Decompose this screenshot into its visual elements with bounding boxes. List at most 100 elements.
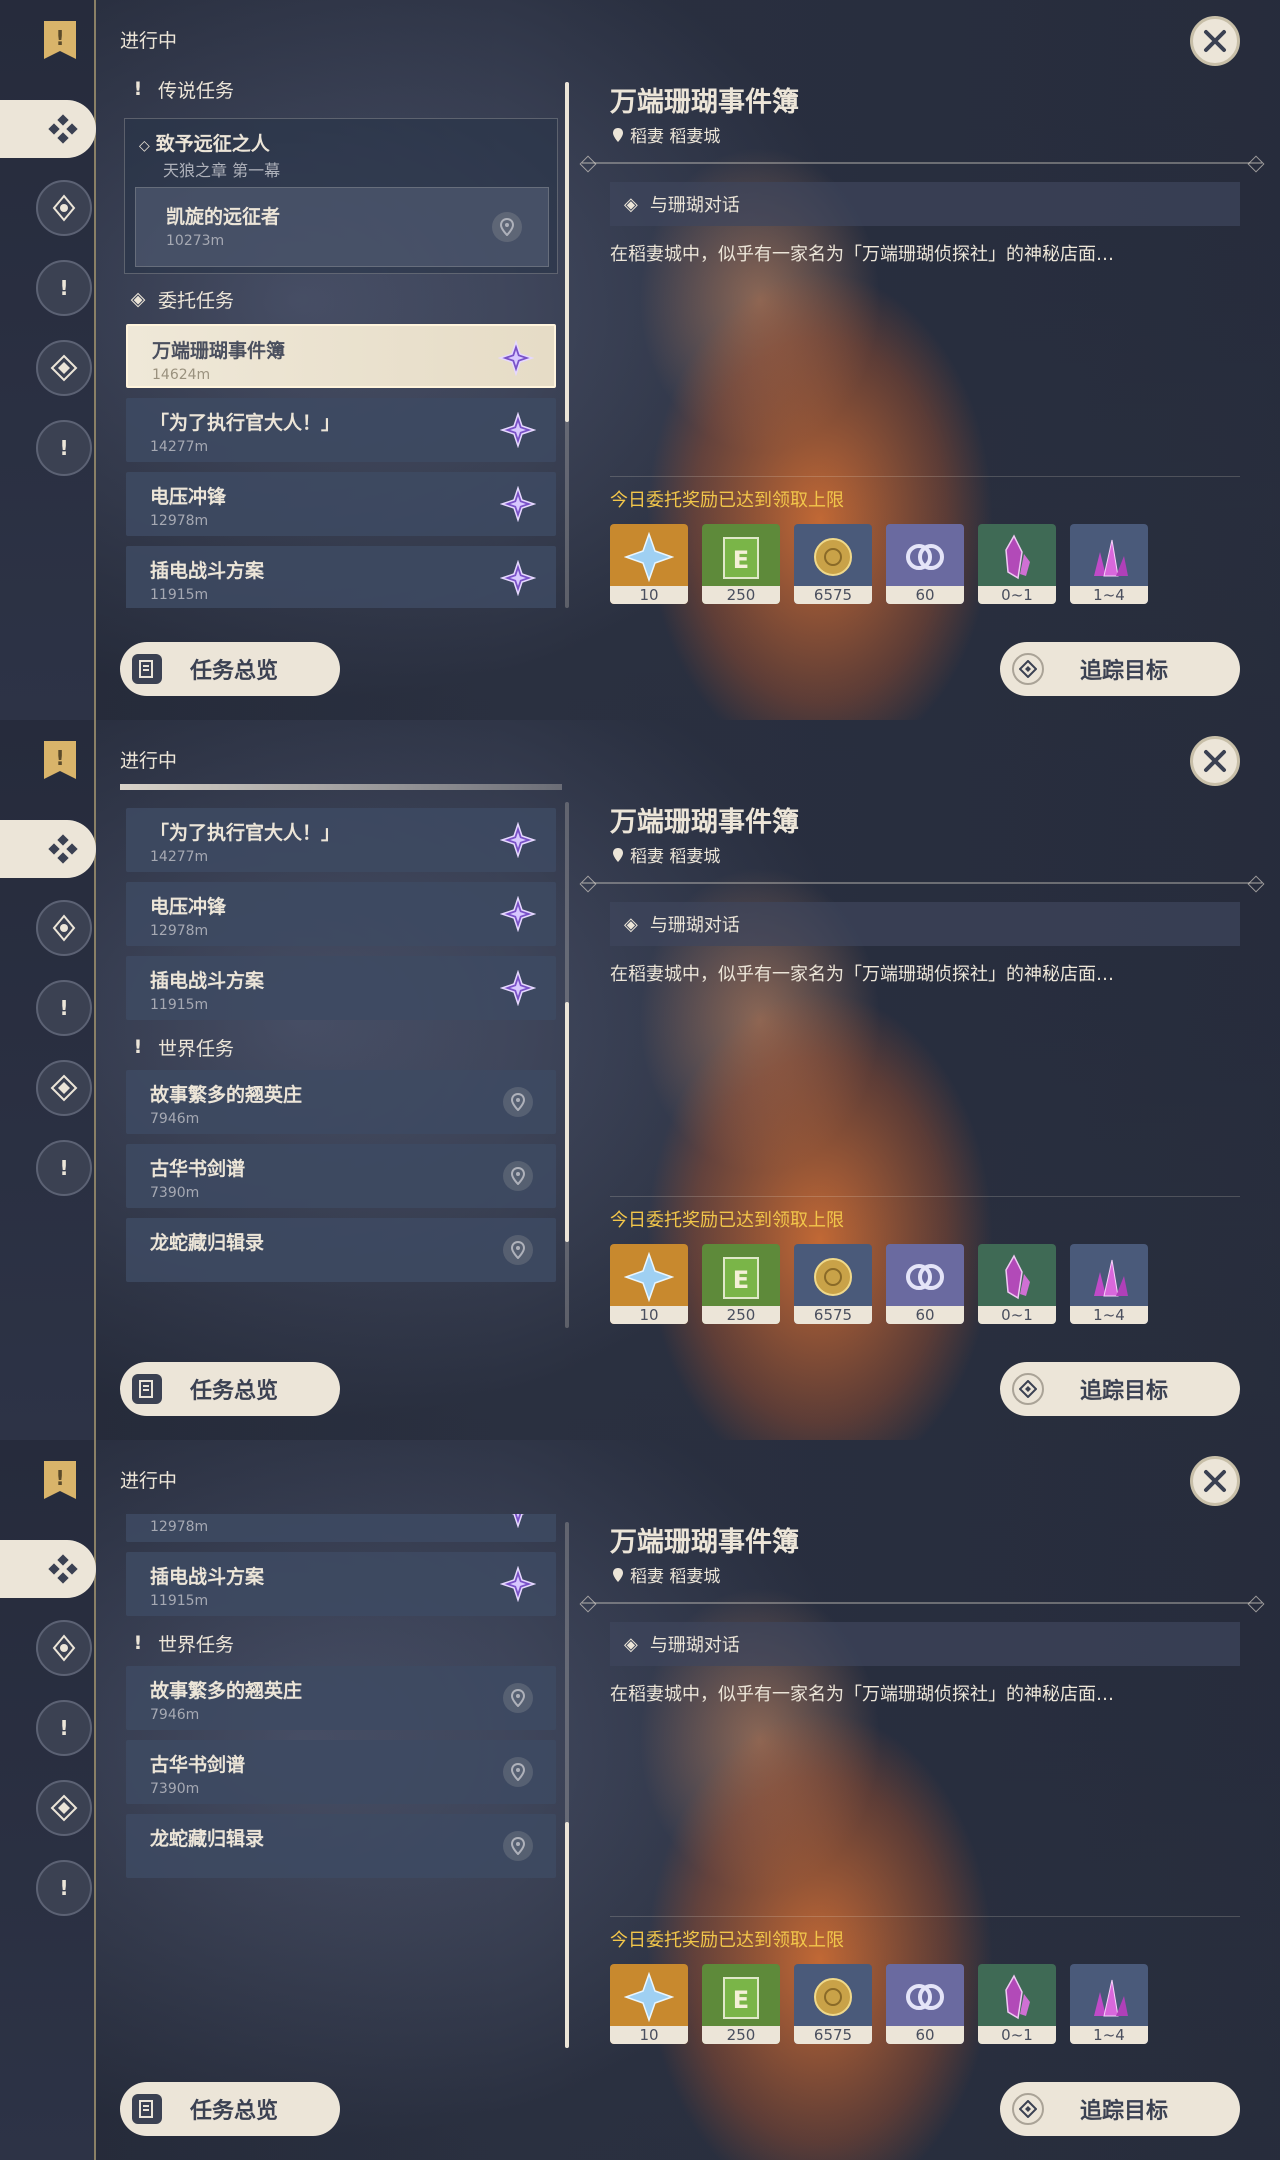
commission-item[interactable]: 插电战斗方案 11915m xyxy=(126,546,556,608)
story-quest-tab[interactable]: ! xyxy=(36,980,92,1036)
map-pin-icon[interactable] xyxy=(500,1232,536,1268)
close-button[interactable] xyxy=(1190,736,1240,786)
reward-crystal-cluster[interactable]: 1~4 xyxy=(1070,1244,1148,1324)
legend-quest-group[interactable]: ◇ 致予远征之人 天狼之章 第一幕 凯旋的远征者 10273m xyxy=(124,118,558,274)
world-quest-item[interactable]: 故事繁多的翘英庄 7946m xyxy=(126,1666,556,1730)
reward-exp[interactable]: E 250 xyxy=(702,524,780,604)
quest-list[interactable]: 「为了执行官大人！」 14277m 电压冲锋 12978m 插电战斗方案 119… xyxy=(120,794,562,1328)
archon-quest-tab[interactable] xyxy=(36,1620,92,1676)
world-quest-tab[interactable]: ! xyxy=(36,1860,92,1916)
track-quest-button[interactable]: 追踪目标 xyxy=(1000,1362,1240,1416)
quest-overview-button[interactable]: 任务总览 xyxy=(120,2082,340,2136)
quest-name: 龙蛇藏归辑录 xyxy=(150,1828,265,1850)
world-quest-item[interactable]: 龙蛇藏归辑录 xyxy=(126,1814,556,1878)
world-quest-item[interactable]: 古华书剑谱 7390m xyxy=(126,1144,556,1208)
quest-overview-button[interactable]: 任务总览 xyxy=(120,642,340,696)
map-pin-icon[interactable] xyxy=(492,212,522,242)
reward-count: 6575 xyxy=(794,586,872,604)
map-pin-icon[interactable] xyxy=(500,1754,536,1790)
quest-book-icon[interactable]: ! xyxy=(40,738,80,782)
reward-friendship[interactable]: 60 xyxy=(886,524,964,604)
reward-mora[interactable]: 6575 xyxy=(794,1964,872,2044)
commission-item[interactable]: 电压冲锋 12978m xyxy=(126,472,556,536)
commission-star-icon[interactable] xyxy=(500,822,536,858)
commission-item[interactable]: 电压冲锋 12978m xyxy=(126,882,556,946)
commission-star-icon[interactable] xyxy=(500,560,536,596)
commission-item[interactable]: 电压冲锋 12978m xyxy=(126,1514,556,1542)
close-button[interactable] xyxy=(1190,1456,1240,1506)
archon-quest-tab[interactable] xyxy=(36,900,92,956)
commission-tab[interactable] xyxy=(36,1060,92,1116)
reward-primogem[interactable]: 10 xyxy=(610,1964,688,2044)
reward-count: 6575 xyxy=(794,2026,872,2044)
list-scrollbar[interactable] xyxy=(565,82,569,608)
location-pin-icon xyxy=(613,1567,623,1582)
primogem-icon xyxy=(624,532,674,582)
reward-crystal[interactable]: 0~1 xyxy=(978,1964,1056,2044)
reward-friendship[interactable]: 60 xyxy=(886,1964,964,2044)
commission-tab[interactable] xyxy=(36,1780,92,1836)
close-button[interactable] xyxy=(1190,16,1240,66)
track-quest-button[interactable]: 追踪目标 xyxy=(1000,2082,1240,2136)
commission-star-icon[interactable] xyxy=(500,486,536,522)
reward-crystal[interactable]: 0~1 xyxy=(978,1244,1056,1324)
reward-count: 10 xyxy=(610,2026,688,2044)
button-label: 追踪目标 xyxy=(1080,1379,1169,1404)
track-quest-button[interactable]: 追踪目标 xyxy=(1000,642,1240,696)
reward-mora[interactable]: 6575 xyxy=(794,1244,872,1324)
quest-book-icon[interactable]: ! xyxy=(40,1458,80,1502)
story-quest-tab[interactable]: ! xyxy=(36,260,92,316)
scrollbar-thumb[interactable] xyxy=(565,82,569,422)
quest-name: 古华书剑谱 xyxy=(150,1158,246,1180)
legend-quest-step[interactable]: 凯旋的远征者 10273m xyxy=(135,187,549,267)
world-quest-tab[interactable]: ! xyxy=(36,1140,92,1196)
commission-star-icon[interactable] xyxy=(498,340,534,376)
map-pin-icon[interactable] xyxy=(500,1158,536,1194)
svg-text:!: ! xyxy=(59,996,68,1020)
commission-star-icon[interactable] xyxy=(500,896,536,932)
reward-crystal[interactable]: 0~1 xyxy=(978,524,1056,604)
commission-tab[interactable] xyxy=(36,340,92,396)
reward-crystal-cluster[interactable]: 1~4 xyxy=(1070,524,1148,604)
scrollbar-thumb[interactable] xyxy=(565,1822,569,2048)
commission-item[interactable]: 插电战斗方案 11915m xyxy=(126,1552,556,1616)
reward-exp[interactable]: E 250 xyxy=(702,1244,780,1324)
archon-quest-tab[interactable] xyxy=(36,180,92,236)
scrollbar-thumb[interactable] xyxy=(565,1002,569,1242)
reward-primogem[interactable]: 10 xyxy=(610,1244,688,1324)
all-quests-tab[interactable] xyxy=(0,820,96,878)
quest-list[interactable]: ! 传说任务 ◇ 致予远征之人 天狼之章 第一幕 凯旋的远征者 10273m ◈ … xyxy=(120,74,562,608)
commission-star-icon[interactable] xyxy=(500,1566,536,1602)
map-pin-icon[interactable] xyxy=(500,1680,536,1716)
commission-item-selected[interactable]: 万端珊瑚事件簿 14624m xyxy=(126,324,556,388)
reward-primogem[interactable]: 10 xyxy=(610,524,688,604)
all-quests-tab[interactable] xyxy=(0,100,96,158)
world-quest-tab[interactable]: ! xyxy=(36,420,92,476)
commission-star-icon[interactable] xyxy=(500,1514,536,1528)
reward-exp[interactable]: E 250 xyxy=(702,1964,780,2044)
reward-crystal-cluster[interactable]: 1~4 xyxy=(1070,1964,1148,2044)
reward-friendship[interactable]: 60 xyxy=(886,1244,964,1324)
exp-book-icon: E xyxy=(723,537,759,579)
list-scrollbar[interactable] xyxy=(565,802,569,1328)
commission-item[interactable]: 「为了执行官大人！」 14277m xyxy=(126,808,556,872)
quest-book-icon[interactable]: ! xyxy=(40,18,80,62)
world-quest-item[interactable]: 古华书剑谱 7390m xyxy=(126,1740,556,1804)
map-pin-icon[interactable] xyxy=(500,1828,536,1864)
commission-star-icon[interactable] xyxy=(500,970,536,1006)
reward-mora[interactable]: 6575 xyxy=(794,524,872,604)
map-pin-icon[interactable] xyxy=(500,1084,536,1120)
commission-item[interactable]: 「为了执行官大人！」 14277m xyxy=(126,398,556,462)
story-quest-tab[interactable]: ! xyxy=(36,1700,92,1756)
objective-diamond-icon: ◈ xyxy=(624,193,638,215)
quest-name: 故事繁多的翘英庄 xyxy=(150,1680,303,1702)
list-scrollbar[interactable] xyxy=(565,1522,569,2048)
quest-name: 「为了执行官大人！」 xyxy=(150,822,341,844)
commission-item[interactable]: 插电战斗方案 11915m xyxy=(126,956,556,1020)
world-quest-item[interactable]: 故事繁多的翘英庄 7946m xyxy=(126,1070,556,1134)
quest-overview-button[interactable]: 任务总览 xyxy=(120,1362,340,1416)
quest-list[interactable]: 电压冲锋 12978m 插电战斗方案 11915m ! 世界任务 故事繁多的翘英… xyxy=(120,1514,562,2048)
commission-star-icon[interactable] xyxy=(500,412,536,448)
all-quests-tab[interactable] xyxy=(0,1540,96,1598)
world-quest-item[interactable]: 龙蛇藏归辑录 xyxy=(126,1218,556,1282)
